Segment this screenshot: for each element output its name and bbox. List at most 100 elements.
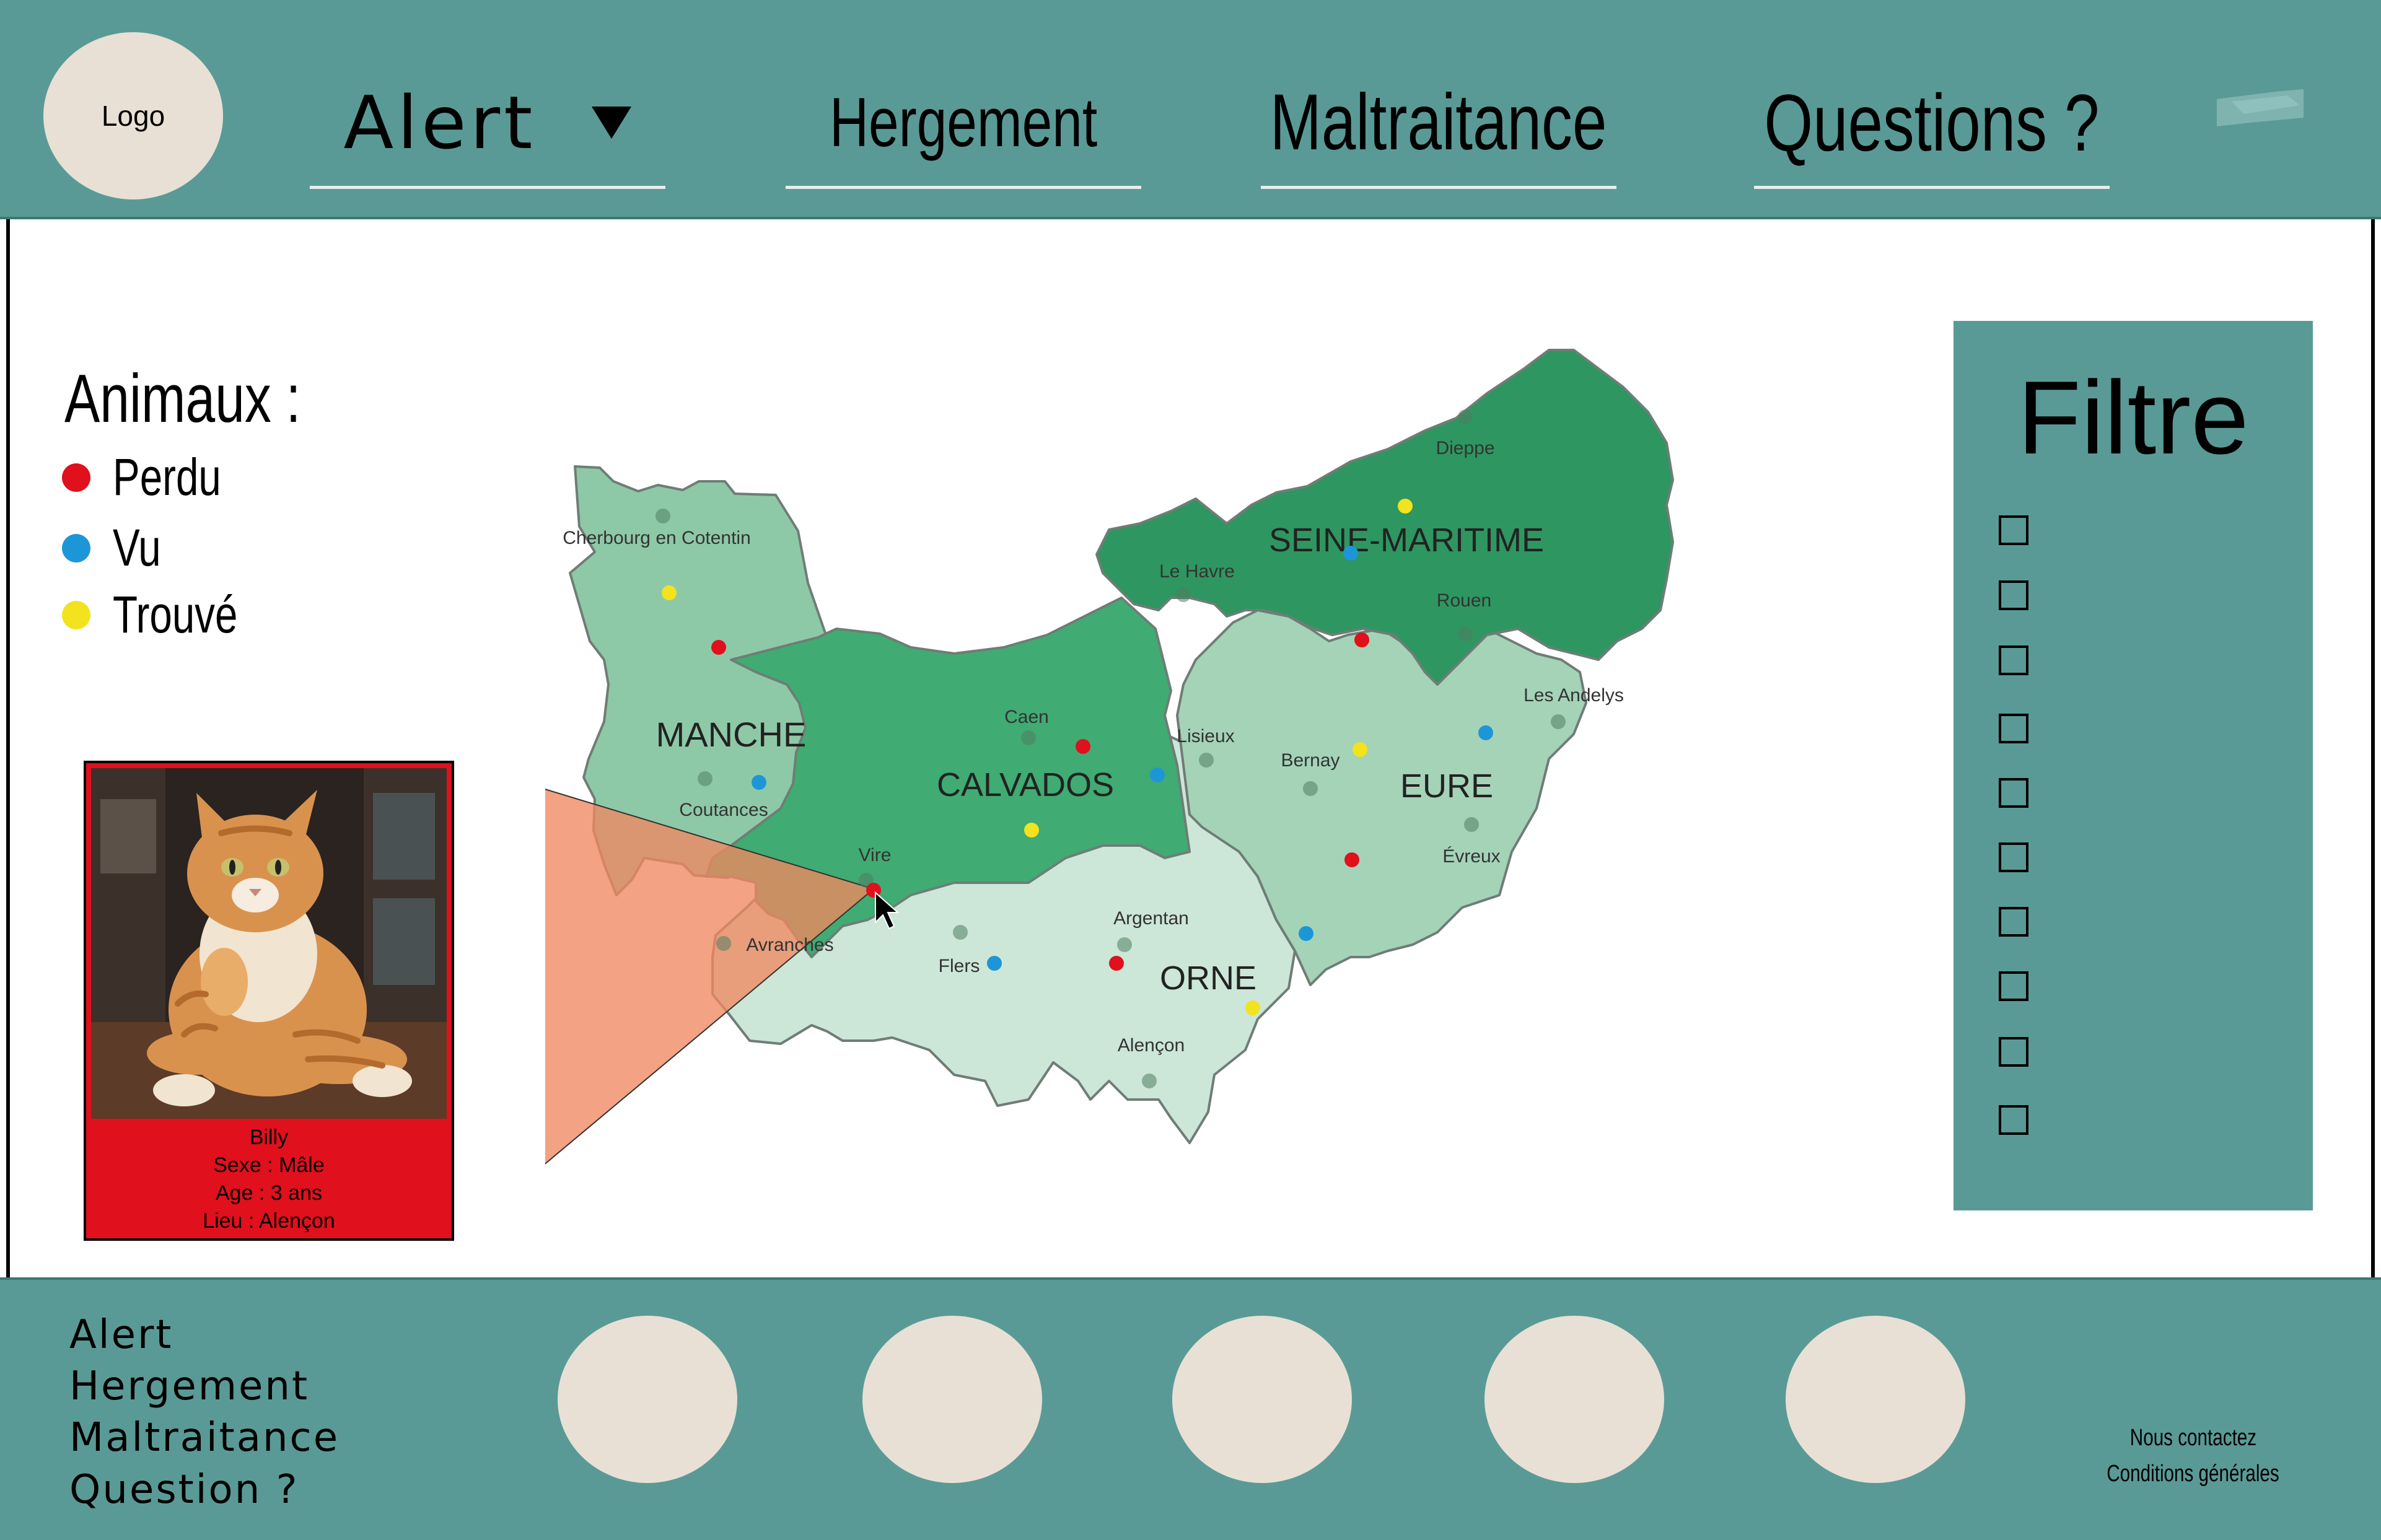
social-icon[interactable] <box>1786 1316 1965 1483</box>
city-label-le-havre: Le Havre <box>1159 561 1235 582</box>
social-icon[interactable] <box>558 1316 737 1483</box>
animal-dot-vu[interactable] <box>987 956 1002 971</box>
animal-dot-vu[interactable] <box>1343 546 1358 561</box>
animal-info: Billy Sexe : Mâle Age : 3 ans Lieu : Ale… <box>86 1124 452 1235</box>
header-bar: Logo Alert Hergement Maltraitance Questi… <box>0 0 2381 219</box>
city-marker-avranches <box>716 936 731 951</box>
logo[interactable]: Logo <box>43 32 223 199</box>
filter-checkbox[interactable] <box>1999 580 2028 610</box>
nav-questions-label: Questions ? <box>1764 77 2100 168</box>
footer-link-maltraitance[interactable]: Maltraitance <box>69 1415 340 1461</box>
city-label-argentan: Argentan <box>1113 908 1189 929</box>
filter-checkbox[interactable] <box>1999 1105 2028 1135</box>
filter-checkbox[interactable] <box>1999 515 2028 545</box>
city-marker-caen <box>1021 730 1036 745</box>
dropdown-caret-icon[interactable] <box>592 106 632 139</box>
footer-contact-link[interactable]: Nous contactez <box>2063 1425 2323 1451</box>
logo-text: Logo <box>101 100 165 132</box>
filter-checkbox[interactable] <box>1999 778 2028 808</box>
city-marker-evreux <box>1464 817 1479 832</box>
animal-dot-vu[interactable] <box>1150 768 1165 782</box>
label-seine-maritime: SEINE-MARITIME <box>1269 522 1544 559</box>
city-label-avranches: Avranches <box>746 935 833 955</box>
nav-alert[interactable]: Alert <box>310 59 665 189</box>
footer-bar: Alert Hergement Maltraitance Question ? … <box>0 1277 2381 1540</box>
city-label-rouen: Rouen <box>1437 590 1491 611</box>
filter-checkbox[interactable] <box>1999 842 2028 872</box>
blue-dot-icon <box>62 533 90 562</box>
filter-checkbox[interactable] <box>1999 907 2028 937</box>
city-label-dieppe: Dieppe <box>1436 438 1494 458</box>
filter-checkbox[interactable] <box>1999 645 2028 675</box>
city-marker-le-havre <box>1176 587 1191 602</box>
animal-dot-vu[interactable] <box>1299 926 1313 941</box>
red-dot-icon <box>62 463 90 492</box>
city-marker-lisieux <box>1199 753 1214 768</box>
cat-photo <box>91 768 447 1119</box>
city-marker-rouen <box>1458 626 1473 641</box>
footer-link-alert[interactable]: Alert <box>69 1312 173 1358</box>
animal-name: Billy <box>249 1126 289 1149</box>
nav-hergement-label: Hergement <box>829 84 1098 161</box>
filter-checkbox[interactable] <box>1999 714 2028 743</box>
legend-item-perdu: Perdu <box>62 447 252 507</box>
city-label-alencon: Alençon <box>1118 1035 1185 1056</box>
filter-checkbox[interactable] <box>1999 971 2028 1001</box>
nav-questions[interactable]: Questions ? <box>1754 59 2110 189</box>
city-label-lisieux: Lisieux <box>1177 726 1234 746</box>
nav-hergement[interactable]: Hergement <box>786 59 1141 189</box>
region-seine-maritime[interactable] <box>1095 349 1674 686</box>
animal-sex: Sexe : Mâle <box>213 1153 325 1177</box>
city-label-cherbourg: Cherbourg en Cotentin <box>563 528 751 548</box>
decorative-shape-icon <box>2217 89 2304 126</box>
cat-illustration <box>91 768 447 1119</box>
animal-dot-trouve[interactable] <box>662 585 677 600</box>
animal-dot-trouve[interactable] <box>1024 823 1039 838</box>
city-marker-flers <box>953 925 968 940</box>
label-orne: ORNE <box>1160 960 1256 997</box>
legend-item-vu: Vu <box>62 518 175 578</box>
yellow-dot-icon <box>62 600 90 629</box>
animal-dot-trouve[interactable] <box>1245 1000 1260 1015</box>
filter-checkbox[interactable] <box>1999 1037 2028 1067</box>
animal-dot-vu[interactable] <box>752 775 766 790</box>
animal-dot-trouve[interactable] <box>1398 499 1413 514</box>
city-marker-coutances <box>698 771 713 786</box>
animal-dot-perdu[interactable] <box>1354 632 1369 647</box>
city-marker-alencon <box>1142 1074 1157 1088</box>
city-label-les-andelys: Les Andelys <box>1524 685 1624 706</box>
social-icon[interactable] <box>862 1316 1042 1483</box>
label-calvados: CALVADOS <box>937 766 1114 803</box>
legend-item-trouve: Trouvé <box>62 585 273 645</box>
animal-place: Lieu : Alençon <box>203 1209 335 1233</box>
city-marker-argentan <box>1117 937 1132 952</box>
animal-card[interactable]: Billy Sexe : Mâle Age : 3 ans Lieu : Ale… <box>84 761 454 1241</box>
social-icon[interactable] <box>1172 1316 1352 1483</box>
city-label-flers: Flers <box>939 956 980 976</box>
footer-link-hergement[interactable]: Hergement <box>69 1363 309 1409</box>
footer-link-question[interactable]: Question ? <box>69 1467 299 1513</box>
nav-maltraitance-label: Maltraitance <box>1270 78 1607 167</box>
city-marker-dieppe <box>1458 409 1473 424</box>
label-eure: EURE <box>1400 768 1493 805</box>
label-manche: MANCHE <box>656 715 807 754</box>
city-label-evreux: Évreux <box>1442 846 1500 867</box>
animal-dot-vu[interactable] <box>1478 725 1493 740</box>
filter-title: Filtre <box>2017 359 2249 476</box>
animal-dot-perdu[interactable] <box>1344 852 1359 867</box>
footer-terms-link[interactable]: Conditions générales <box>2063 1461 2323 1487</box>
animal-dot-perdu[interactable] <box>711 640 726 655</box>
city-marker-cherbourg <box>656 509 670 523</box>
animal-dot-perdu[interactable] <box>1109 956 1124 971</box>
legend-title: Animaux : <box>64 361 301 437</box>
filter-panel: Filtre <box>1953 321 2313 1210</box>
animal-dot-trouve[interactable] <box>1353 742 1367 757</box>
nav-maltraitance[interactable]: Maltraitance <box>1261 59 1616 189</box>
city-label-coutances: Coutances <box>679 800 768 820</box>
social-icon[interactable] <box>1484 1316 1664 1483</box>
normandy-map[interactable]: MANCHE CALVADOS SEINE-MARITIME EURE ORNE <box>545 338 1691 1217</box>
animal-dot-perdu[interactable] <box>1076 739 1090 754</box>
city-marker-bernay <box>1303 781 1318 796</box>
city-label-bernay: Bernay <box>1281 750 1340 771</box>
city-label-caen: Caen <box>1004 707 1049 727</box>
